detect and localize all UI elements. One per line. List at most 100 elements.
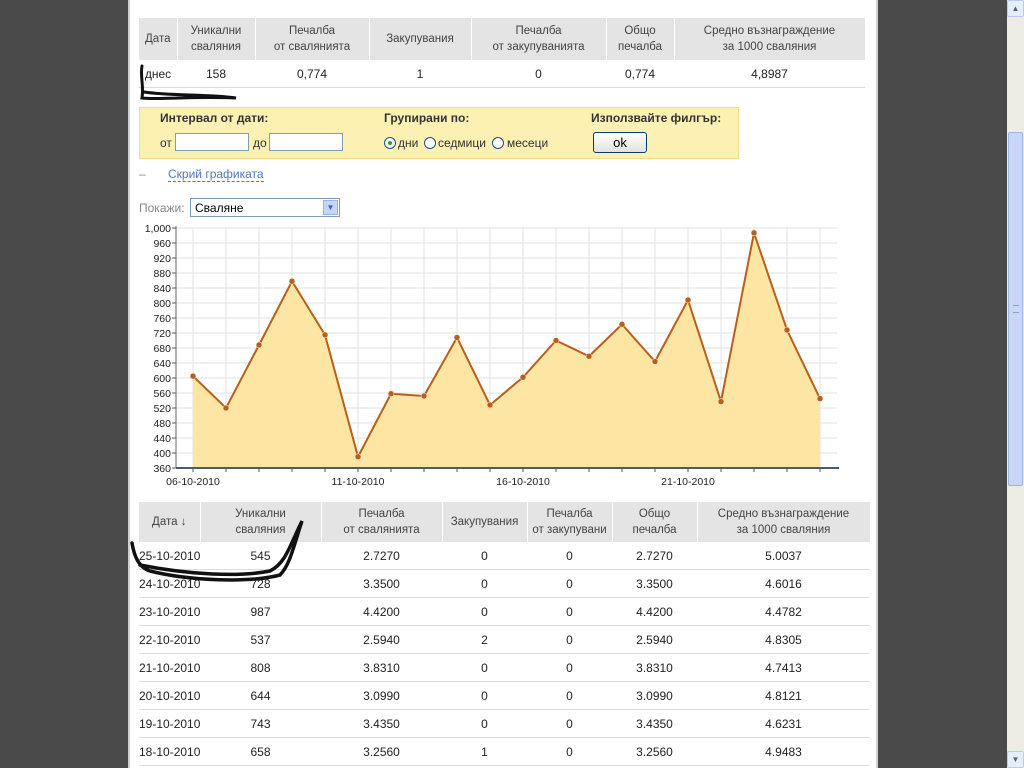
y-tick-label: 480 [153,418,171,430]
table-cell: 4.6231 [697,709,870,738]
chevron-down-icon[interactable]: ▼ [323,200,338,215]
collapse-icon[interactable]: – [139,168,151,180]
table-row: 18-10-2010 658 3.2560 1 0 3.2560 4.9483 [139,737,870,766]
x-tick-label: 16-10-2010 [496,476,550,488]
y-tick-label: 1,000 [145,223,171,235]
table-cell: 3.4350 [321,709,442,738]
y-tick-label: 720 [153,328,171,340]
vertical-scrollbar[interactable]: ▲ ▼ [1007,0,1024,768]
chart-point [189,372,197,380]
table-cell: 0 [442,597,527,626]
y-tick-label: 560 [153,388,171,400]
table-cell: 728 [200,569,321,598]
y-tick-label: 400 [153,448,171,460]
table-cell: 0 [527,569,612,598]
table-cell: 743 [200,709,321,738]
table-cell: 2.7270 [321,542,442,570]
group-weeks-radio[interactable] [424,137,436,149]
table-cell: 3.2560 [321,737,442,766]
downloads-chart: 360 400 440 480 520 560 600 640 680 720 760 800 840 8… [145,223,839,488]
summary-cell: днес [139,60,177,88]
scrollbar-thumb[interactable] [1008,132,1023,486]
group-by-label: Групирани по: [384,111,470,125]
group-days-radio[interactable] [384,137,396,149]
scroll-up-button[interactable]: ▲ [1007,0,1024,17]
group-months-radio[interactable] [492,137,504,149]
summary-header-2: Печалба от свалянията [255,18,370,60]
to-label: до [253,136,267,150]
summary-header-line: сваляния [190,41,242,53]
table-cell: 4.7413 [697,653,870,682]
x-axis-ticks: 06-10-2010 11-10-2010 16-10-2010 21-10-2010 [166,468,821,488]
table-cell: 2.7270 [612,542,697,570]
table-cell: 5.0037 [697,542,870,570]
use-filter-label: Използвайте филгър: [591,111,722,125]
summary-cell: 0,774 [255,60,369,88]
hide-chart-link[interactable]: Скрий графиката [168,167,264,182]
table-cell: 987 [200,597,321,626]
chart-point [816,395,824,402]
date-from-input[interactable] [175,133,249,151]
date-to-input[interactable] [269,133,343,151]
table-cell: 4.8121 [697,681,870,710]
daily-header-line: Печалба [546,508,593,520]
table-cell: 537 [200,625,321,654]
summary-header-line: печалба [617,41,663,53]
table-cell: 3.4350 [612,709,697,738]
table-cell: 0 [442,569,527,598]
table-cell: 2 [442,625,527,654]
table-cell: 0 [527,681,612,710]
y-tick-label: 800 [153,298,171,310]
daily-header-line: за 1000 сваляния [736,524,831,536]
summary-header-line: от свалянията [273,41,351,53]
ok-button[interactable]: ok [593,132,647,153]
x-tick-label: 21-10-2010 [661,476,715,488]
chart-point [486,401,494,409]
chart-point [519,374,527,381]
table-cell: 21-10-2010 [139,653,200,682]
chart-point [288,278,296,285]
y-tick-label: 520 [153,403,171,415]
table-cell: 2.5940 [321,625,442,654]
table-cell: 23-10-2010 [139,597,200,626]
y-tick-label: 680 [153,343,171,355]
chart-point [387,390,395,397]
chart-point [453,334,461,341]
x-tick-label: 06-10-2010 [166,476,220,488]
daily-header-line: Уникални [235,508,286,520]
y-tick-label: 640 [153,358,171,370]
summary-header-line: за 1000 сваляния [722,41,817,53]
y-tick-label: 360 [153,463,171,475]
table-cell: 0 [527,709,612,738]
metric-select[interactable]: Сваляне ▼ [190,198,340,217]
table-row: 23-10-2010 987 4.4200 0 0 4.4200 4.4782 [139,597,870,626]
chart-point [783,326,791,334]
table-cell: 3.8310 [612,653,697,682]
table-cell: 3.3500 [321,569,442,598]
table-row: 22-10-2010 537 2.5940 2 0 2.5940 4.8305 [139,625,870,654]
table-cell: 0 [527,625,612,654]
chart-point [585,353,593,360]
table-cell: 4.9483 [697,737,870,766]
table-cell: 4.6016 [697,569,870,598]
chart-point [420,392,428,400]
daily-header-line: печалба [632,524,677,536]
daily-header-1: Уникални сваляния [200,502,322,542]
summary-cell: 1 [369,60,471,88]
table-row: 20-10-2010 644 3.0990 0 0 3.0990 4.8121 [139,681,870,710]
summary-header-line: Дата [145,33,171,45]
daily-header-line: Общо [638,508,671,520]
summary-header-1: Уникални сваляния [177,18,256,60]
table-cell: 0 [442,681,527,710]
summary-cell: 158 [177,60,255,88]
chart-point [750,229,758,237]
table-cell: 0 [442,653,527,682]
table-cell: 0 [527,597,612,626]
scroll-down-button[interactable]: ▼ [1007,751,1024,768]
table-cell: 3.0990 [321,681,442,710]
group-months-label: месеци [507,136,549,150]
daily-header-0[interactable]: Дата ↓ [139,502,201,542]
table-row: 24-10-2010 728 3.3500 0 0 3.3500 4.6016 [139,569,870,598]
summary-cell: 0 [471,60,606,88]
chart-point [552,337,560,344]
